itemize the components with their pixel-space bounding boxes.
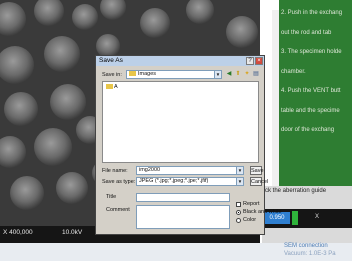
chevron-down-icon: ▼ bbox=[236, 167, 243, 174]
chevron-down-icon: ▼ bbox=[214, 71, 221, 78]
save-type-label: Save as type: bbox=[102, 179, 136, 185]
save-button[interactable]: Save bbox=[250, 166, 264, 175]
file-name-label: File name: bbox=[102, 168, 128, 174]
save-type-select[interactable]: JPEG (*.jpg;*.jpeg;*.jpe;*.jfif) ▼ bbox=[136, 177, 244, 186]
particle bbox=[72, 4, 98, 30]
particle bbox=[50, 84, 86, 120]
file-name-input[interactable]: img2000 ▼ bbox=[136, 166, 244, 175]
aberration-guide-text: ck the aberration guide bbox=[265, 188, 327, 194]
save-in-select[interactable]: Images ▼ bbox=[126, 70, 222, 79]
instruction-line: 3. The specimen holde bbox=[281, 49, 342, 55]
particle bbox=[34, 0, 64, 26]
particle bbox=[34, 128, 72, 166]
connection-link[interactable]: SEM connection bbox=[284, 243, 328, 249]
cancel-button[interactable]: Cancel bbox=[250, 177, 268, 186]
particle bbox=[56, 172, 88, 204]
file-list[interactable]: A bbox=[102, 81, 259, 163]
right-panel-scroll-strip[interactable] bbox=[272, 10, 279, 186]
folder-item[interactable]: A bbox=[106, 84, 118, 90]
save-in-label: Save in: bbox=[102, 72, 122, 78]
comment-label: Comment bbox=[106, 207, 130, 213]
particle bbox=[100, 0, 126, 20]
color-label: Color bbox=[243, 217, 257, 223]
particle bbox=[0, 2, 26, 36]
particle bbox=[186, 0, 214, 24]
title-input[interactable] bbox=[136, 193, 230, 202]
black-and-white-label: Black and white bbox=[243, 209, 282, 215]
instruction-line: 2. Push in the exchang bbox=[281, 10, 343, 16]
color-radio[interactable] bbox=[236, 218, 241, 223]
save-type-value: JPEG (*.jpg;*.jpeg;*.jpe;*.jfif) bbox=[139, 178, 209, 184]
folder-icon bbox=[129, 71, 136, 76]
back-icon[interactable]: ◀ bbox=[225, 71, 233, 78]
help-button[interactable]: ? bbox=[246, 57, 254, 65]
voltage-label: 10.0kV bbox=[62, 229, 83, 236]
title-label: Title bbox=[106, 194, 117, 200]
up-folder-icon[interactable]: ⬆ bbox=[234, 71, 242, 78]
particle bbox=[10, 176, 44, 210]
dialog-title: Save As bbox=[99, 57, 123, 64]
particle bbox=[4, 92, 38, 126]
particle bbox=[44, 36, 80, 72]
report-checkbox[interactable] bbox=[236, 202, 241, 207]
particle bbox=[0, 136, 26, 168]
folder-icon bbox=[106, 84, 113, 89]
instruction-line: 4. Push the VENT butt bbox=[281, 88, 341, 94]
close-button[interactable]: × bbox=[255, 57, 263, 65]
particle bbox=[226, 16, 258, 48]
vacuum-status: Vacuum: 1.0E-3 Pa bbox=[284, 251, 336, 257]
instruction-line: door of the exchang bbox=[281, 127, 335, 133]
comment-input[interactable] bbox=[136, 205, 230, 229]
folder-item-label: A bbox=[114, 84, 118, 90]
new-folder-icon[interactable]: ✦ bbox=[243, 71, 251, 78]
magnification-label: X 400,000 bbox=[3, 229, 33, 236]
dialog-title-bar[interactable]: Save As ? × bbox=[96, 56, 264, 66]
view-menu-icon[interactable]: ▤ bbox=[252, 71, 260, 78]
level-indicator bbox=[292, 211, 298, 225]
instruction-line: out the rod and tab bbox=[281, 29, 332, 36]
instruction-line: chamber. bbox=[281, 68, 306, 75]
instructions-list: 2. Push in the exchang out the rod and t… bbox=[281, 0, 352, 140]
black-and-white-radio[interactable] bbox=[236, 210, 241, 215]
particle bbox=[0, 46, 34, 84]
save-as-dialog: Save As ? × Save in: Images ▼ ◀ ⬆ ✦ ▤ A … bbox=[95, 55, 282, 235]
file-name-value: img2000 bbox=[139, 167, 161, 173]
particle bbox=[140, 8, 170, 38]
chevron-down-icon: ▼ bbox=[236, 178, 243, 185]
save-in-value: Images bbox=[138, 71, 157, 77]
instruction-line: table and the specime bbox=[281, 107, 340, 114]
x-axis-label: X bbox=[315, 214, 320, 220]
report-label: Report bbox=[243, 201, 260, 207]
